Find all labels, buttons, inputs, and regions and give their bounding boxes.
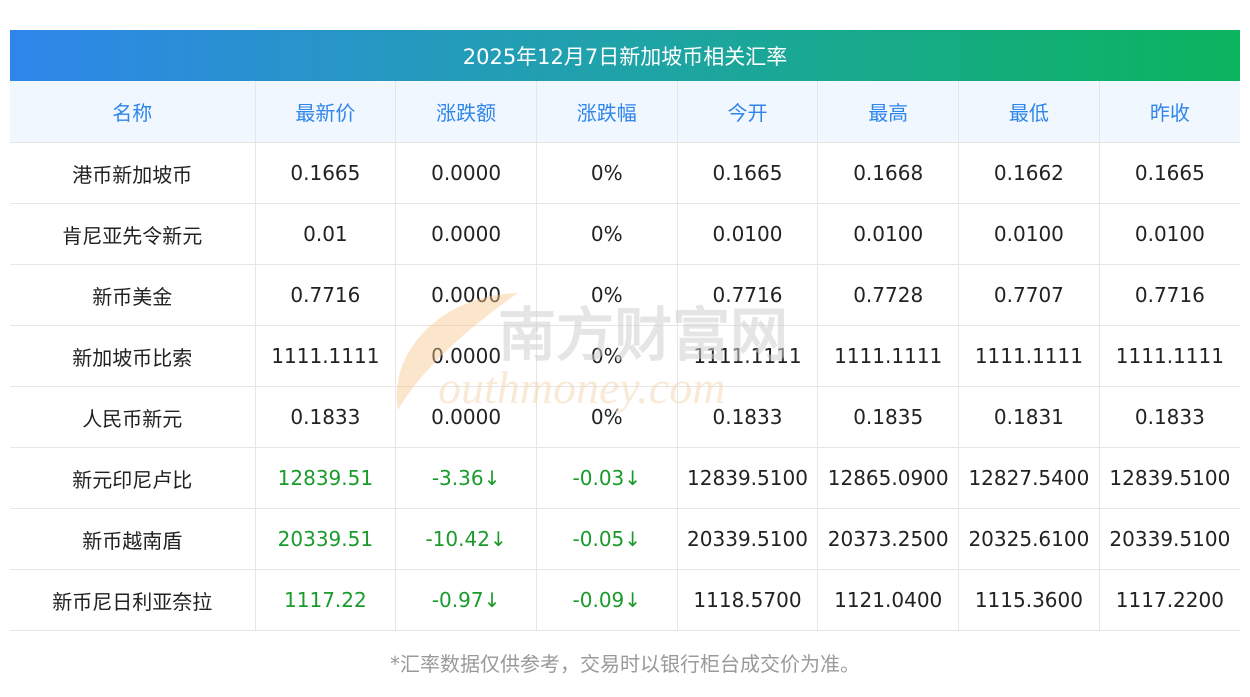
column-header-open: 今开: [677, 81, 819, 143]
exchange-rate-table: 名称 最新价 涨跌额 涨跌幅 今开 最高 最低 昨收 港币新加坡币 0.1665 0…: [10, 81, 1240, 631]
cell-low: 20325.6100: [958, 508, 1100, 570]
cell-high: 12865.0900: [817, 447, 960, 509]
cell-name: 新币尼日利亚奈拉: [10, 569, 256, 631]
cell-open: 0.0100: [677, 203, 819, 265]
column-header-high: 最高: [817, 81, 960, 143]
table-row: 人民币新元 0.1833 0.0000 0% 0.1833 0.1835 0.1831 0.1…: [10, 386, 1240, 448]
table-title-bar: 2025年12月7日新加坡币相关汇率: [10, 30, 1240, 81]
cell-name: 新元印尼卢比: [10, 447, 256, 509]
cell-high: 0.0100: [817, 203, 960, 265]
cell-high: 0.1835: [817, 386, 960, 448]
cell-change-pct: 0%: [536, 325, 678, 387]
cell-name: 新加坡币比索: [10, 325, 256, 387]
cell-name: 港币新加坡币: [10, 142, 256, 204]
cell-high: 1111.1111: [817, 325, 960, 387]
column-header-change-pct: 涨跌幅: [536, 81, 678, 143]
cell-open: 0.1665: [677, 142, 819, 204]
cell-change: 0.0000: [395, 325, 537, 387]
column-header-name: 名称: [10, 81, 256, 143]
table-title: 2025年12月7日新加坡币相关汇率: [462, 44, 788, 69]
table-header-row: 名称 最新价 涨跌额 涨跌幅 今开 最高 最低 昨收: [10, 81, 1240, 143]
cell-high: 0.7728: [817, 264, 960, 326]
cell-open: 0.7716: [677, 264, 819, 326]
cell-low: 0.1662: [958, 142, 1100, 204]
cell-latest: 0.1665: [255, 142, 397, 204]
cell-name: 新币美金: [10, 264, 256, 326]
cell-prev-close: 0.1833: [1099, 386, 1240, 448]
column-header-prev-close: 昨收: [1099, 81, 1240, 143]
cell-change: 0.0000: [395, 264, 537, 326]
cell-change-pct: 0%: [536, 386, 678, 448]
cell-latest: 0.7716: [255, 264, 397, 326]
cell-change: -0.97↓: [395, 569, 537, 631]
cell-change-pct: 0%: [536, 142, 678, 204]
cell-prev-close: 1111.1111: [1099, 325, 1240, 387]
cell-change: 0.0000: [395, 203, 537, 265]
cell-latest: 1111.1111: [255, 325, 397, 387]
cell-high: 0.1668: [817, 142, 960, 204]
cell-low: 0.7707: [958, 264, 1100, 326]
cell-change-pct: -0.09↓: [536, 569, 678, 631]
table-row: 新加坡币比索 1111.1111 0.0000 0% 1111.1111 1111.111…: [10, 325, 1240, 387]
cell-prev-close: 0.7716: [1099, 264, 1240, 326]
cell-change: 0.0000: [395, 142, 537, 204]
cell-latest: 20339.51: [255, 508, 397, 570]
cell-latest: 0.01: [255, 203, 397, 265]
cell-change: -10.42↓: [395, 508, 537, 570]
cell-latest: 12839.51: [255, 447, 397, 509]
cell-open: 12839.5100: [677, 447, 819, 509]
table-row: 肯尼亚先令新元 0.01 0.0000 0% 0.0100 0.0100 0.0100 0.0…: [10, 203, 1240, 265]
table-row: 新币尼日利亚奈拉 1117.22 -0.97↓ -0.09↓ 1118.5700 1121…: [10, 569, 1240, 631]
cell-open: 1111.1111: [677, 325, 819, 387]
cell-name: 新币越南盾: [10, 508, 256, 570]
cell-change-pct: 0%: [536, 264, 678, 326]
column-header-low: 最低: [958, 81, 1100, 143]
cell-open: 0.1833: [677, 386, 819, 448]
cell-prev-close: 12839.5100: [1099, 447, 1240, 509]
column-header-latest: 最新价: [255, 81, 397, 143]
cell-change: 0.0000: [395, 386, 537, 448]
disclaimer-footnote: *汇率数据仅供参考，交易时以银行柜台成交价为准。: [390, 652, 860, 676]
cell-latest: 1117.22: [255, 569, 397, 631]
cell-low: 1111.1111: [958, 325, 1100, 387]
cell-prev-close: 0.1665: [1099, 142, 1240, 204]
table-row: 新元印尼卢比 12839.51 -3.36↓ -0.03↓ 12839.5100 1286…: [10, 447, 1240, 509]
cell-change: -3.36↓: [395, 447, 537, 509]
cell-low: 12827.5400: [958, 447, 1100, 509]
cell-change-pct: 0%: [536, 203, 678, 265]
cell-change-pct: -0.03↓: [536, 447, 678, 509]
cell-prev-close: 0.0100: [1099, 203, 1240, 265]
cell-name: 肯尼亚先令新元: [10, 203, 256, 265]
cell-change-pct: -0.05↓: [536, 508, 678, 570]
table-row: 港币新加坡币 0.1665 0.0000 0% 0.1665 0.1668 0.1662 0.…: [10, 142, 1240, 204]
cell-open: 1118.5700: [677, 569, 819, 631]
cell-high: 1121.0400: [817, 569, 960, 631]
column-header-change: 涨跌额: [395, 81, 537, 143]
table-row: 新币美金 0.7716 0.0000 0% 0.7716 0.7728 0.7707 0.77…: [10, 264, 1240, 326]
cell-low: 1115.3600: [958, 569, 1100, 631]
cell-open: 20339.5100: [677, 508, 819, 570]
cell-high: 20373.2500: [817, 508, 960, 570]
cell-prev-close: 1117.2200: [1099, 569, 1240, 631]
cell-latest: 0.1833: [255, 386, 397, 448]
table-row: 新币越南盾 20339.51 -10.42↓ -0.05↓ 20339.5100 2037…: [10, 508, 1240, 570]
cell-low: 0.1831: [958, 386, 1100, 448]
table-body: 港币新加坡币 0.1665 0.0000 0% 0.1665 0.1668 0.1662 0.…: [10, 142, 1240, 631]
cell-prev-close: 20339.5100: [1099, 508, 1240, 570]
cell-name: 人民币新元: [10, 386, 256, 448]
cell-low: 0.0100: [958, 203, 1100, 265]
